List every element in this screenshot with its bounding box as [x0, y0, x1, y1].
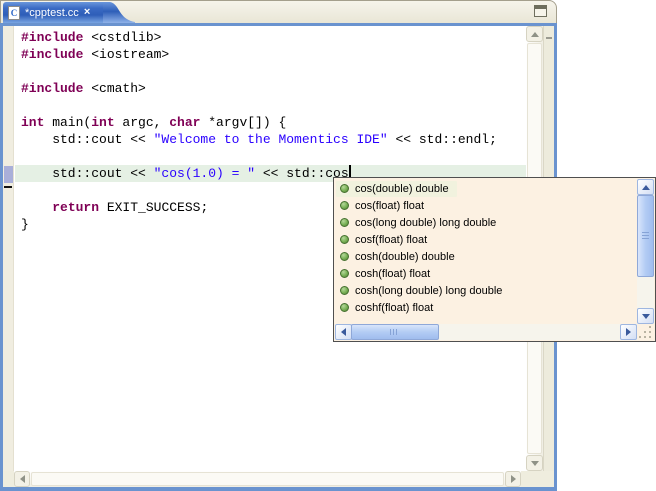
- code-line: #include <cstdlib>: [21, 29, 526, 46]
- code-line: [21, 97, 526, 114]
- popup-vertical-thumb[interactable]: [637, 195, 654, 277]
- code-line: std::cout << "Welcome to the Momentics I…: [21, 131, 526, 148]
- public-method-icon: [340, 235, 349, 244]
- completion-item-label: cos(double) double: [355, 183, 449, 195]
- code-token: "Welcome to the Momentics IDE": [154, 132, 388, 147]
- public-method-icon: [340, 184, 349, 193]
- tab-title: *cpptest.cc: [25, 7, 79, 19]
- range-indicator: [4, 186, 12, 188]
- public-method-icon: [340, 218, 349, 227]
- completion-item-label: coshf(float) float: [355, 302, 433, 314]
- annotation-ruler[interactable]: [3, 26, 14, 471]
- code-token: }: [21, 217, 29, 232]
- horizontal-scroll-thumb[interactable]: [31, 472, 504, 486]
- scroll-left-icon[interactable]: [14, 471, 30, 487]
- code-token: "cos(1.0) = ": [154, 166, 255, 181]
- popup-horizontal-thumb[interactable]: [351, 324, 439, 340]
- code-token: return: [52, 200, 99, 215]
- code-token: int: [21, 115, 44, 130]
- resize-grip[interactable]: [637, 324, 654, 340]
- completion-item-body[interactable]: cosh(float) float: [336, 266, 438, 282]
- popup-vertical-scrollbar[interactable]: [637, 179, 654, 324]
- completion-item-body[interactable]: cosh(long double) long double: [336, 283, 510, 299]
- completion-item-body[interactable]: cos(long double) long double: [336, 215, 504, 231]
- code-token: <cmath>: [83, 81, 145, 96]
- cpp-file-icon: C: [8, 6, 20, 20]
- completion-item-label: cosf(float) float: [355, 234, 427, 246]
- code-line: [21, 63, 526, 80]
- scroll-down-icon[interactable]: [637, 308, 654, 324]
- completion-item-label: cosh(float) float: [355, 268, 430, 280]
- scroll-left-icon[interactable]: [335, 324, 352, 340]
- scroll-up-icon[interactable]: [637, 179, 654, 195]
- code-token: #include: [21, 81, 83, 96]
- code-token: << std::endl;: [388, 132, 497, 147]
- completion-item[interactable]: cosh(double) double: [336, 248, 636, 265]
- completion-item-label: cosh(long double) long double: [355, 285, 502, 297]
- code-token: EXIT_SUCCESS;: [99, 200, 208, 215]
- code-token: #include: [21, 47, 83, 62]
- completion-item[interactable]: cosh(float) float: [336, 265, 636, 282]
- code-token: char: [169, 115, 200, 130]
- code-token: #include: [21, 30, 83, 45]
- completion-item[interactable]: cos(float) float: [336, 197, 636, 214]
- completion-item-body[interactable]: cosh(double) double: [336, 249, 463, 265]
- popup-horizontal-scrollbar[interactable]: [335, 324, 637, 340]
- scroll-right-icon[interactable]: [505, 471, 521, 487]
- completion-item-selected[interactable]: cos(double) double: [336, 181, 457, 197]
- code-token: std::cout <<: [21, 132, 154, 147]
- code-token: *argv[]) {: [200, 115, 286, 130]
- scroll-right-icon[interactable]: [620, 324, 637, 340]
- scrollbar-corner: [521, 471, 554, 487]
- tab-cpptest[interactable]: C *cpptest.cc ×: [3, 2, 103, 23]
- editor-horizontal-scrollbar[interactable]: [14, 471, 521, 487]
- code-line: int main(int argc, char *argv[]) {: [21, 114, 526, 131]
- completion-list[interactable]: cos(double) double cos(float) float cos(lo…: [336, 180, 636, 323]
- code-token: [21, 200, 52, 215]
- code-line: [21, 148, 526, 165]
- current-line-annotation: [4, 166, 13, 183]
- public-method-icon: [340, 201, 349, 210]
- completion-item[interactable]: cos(double) double: [336, 180, 636, 197]
- close-icon[interactable]: ×: [84, 7, 90, 18]
- overview-annotation: [546, 37, 552, 39]
- completion-item-label: cos(float) float: [355, 200, 424, 212]
- code-line: #include <cmath>: [21, 80, 526, 97]
- public-method-icon: [340, 303, 349, 312]
- completion-item-body[interactable]: cosf(float) float: [336, 232, 435, 248]
- public-method-icon: [340, 269, 349, 278]
- completion-item-body[interactable]: coshf(float) float: [336, 300, 441, 316]
- code-token: <iostream>: [83, 47, 169, 62]
- maximize-view-icon[interactable]: [534, 5, 547, 17]
- public-method-icon: [340, 252, 349, 261]
- completion-item-label: cos(long double) long double: [355, 217, 496, 229]
- completion-item[interactable]: cosf(float) float: [336, 231, 636, 248]
- completion-item[interactable]: coshf(float) float: [336, 299, 636, 316]
- completion-item-label: cosh(double) double: [355, 251, 455, 263]
- content-assist-popup: cos(double) double cos(float) float cos(lo…: [333, 177, 656, 342]
- tab-curve: [103, 2, 135, 23]
- completion-item[interactable]: cosh(long double) long double: [336, 282, 636, 299]
- scroll-down-icon[interactable]: [526, 455, 543, 471]
- code-token: argc,: [115, 115, 170, 130]
- editor-tab-strip: C *cpptest.cc ×: [0, 0, 557, 23]
- code-token: <cstdlib>: [83, 30, 161, 45]
- scroll-up-icon[interactable]: [526, 26, 543, 42]
- code-line: #include <iostream>: [21, 46, 526, 63]
- code-token: main(: [44, 115, 91, 130]
- code-token: std::cout <<: [21, 166, 154, 181]
- completion-item-body[interactable]: cos(float) float: [336, 198, 432, 214]
- scrollbar-corner: [3, 471, 14, 487]
- workbench: C *cpptest.cc ×: [0, 0, 656, 491]
- public-method-icon: [340, 286, 349, 295]
- completion-item[interactable]: cos(long double) long double: [336, 214, 636, 231]
- code-token: int: [91, 115, 114, 130]
